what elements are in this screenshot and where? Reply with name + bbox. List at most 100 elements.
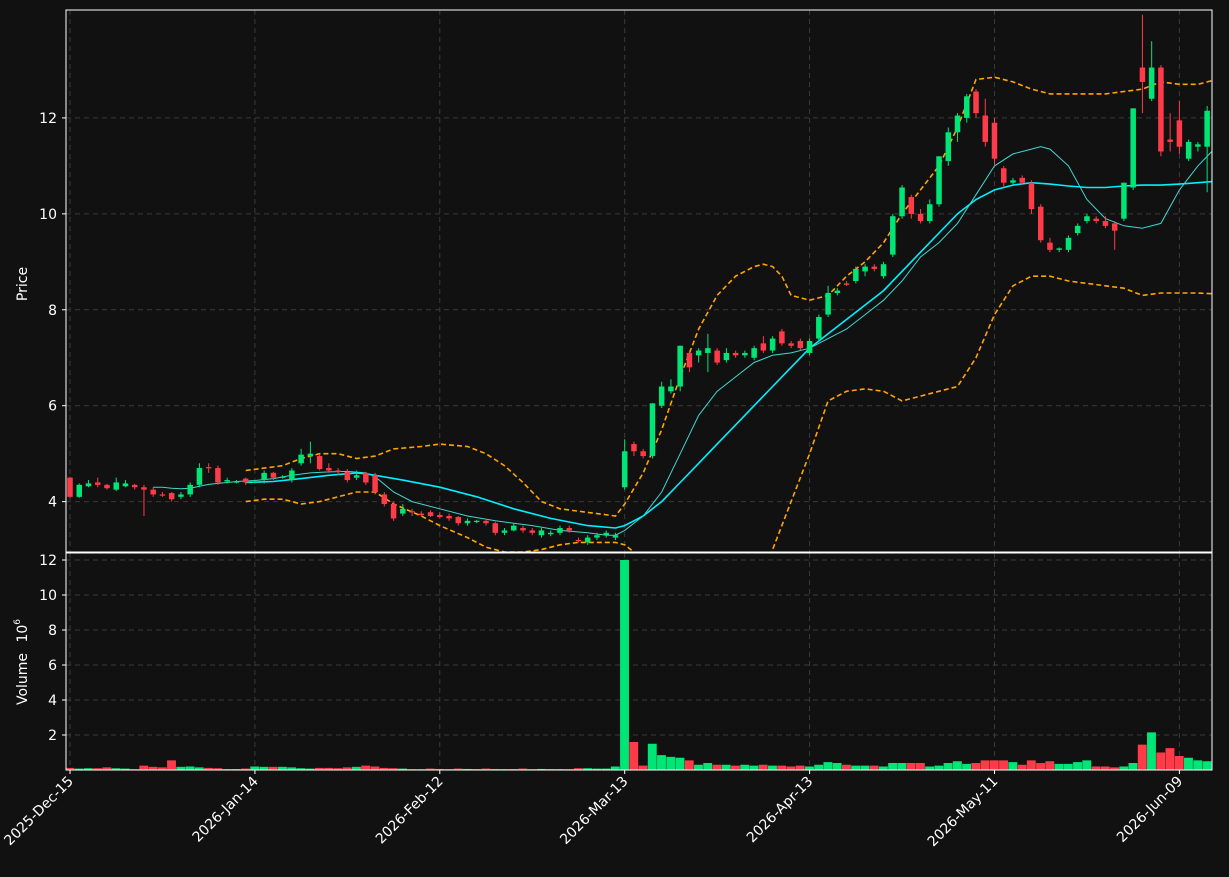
candle-body — [788, 343, 794, 346]
candle-body — [279, 476, 286, 478]
candle-body — [1056, 248, 1062, 250]
volume-bar — [620, 560, 629, 770]
volume-bar — [647, 743, 657, 770]
volume-bar — [851, 765, 861, 770]
price-ytick-label: 10 — [39, 207, 57, 223]
candle-body — [474, 520, 480, 523]
candle-body — [806, 340, 813, 353]
candle-body — [270, 472, 277, 478]
candle-body — [1010, 180, 1016, 183]
volume-bar — [915, 763, 925, 770]
volume-bar — [758, 764, 768, 770]
volume-bar — [767, 765, 777, 770]
volume-bar — [666, 756, 676, 770]
candle-body — [1111, 223, 1118, 231]
volume-bar — [860, 765, 870, 770]
volume-bar — [999, 760, 1008, 770]
candle-body — [816, 316, 822, 339]
volume-bar — [638, 765, 648, 770]
volume-bar — [897, 763, 907, 770]
volume-bar — [878, 766, 888, 770]
volume-bar — [1036, 763, 1045, 770]
candle-body — [695, 350, 702, 356]
price-ytick-label: 8 — [48, 303, 57, 319]
candle-body — [67, 477, 73, 497]
candle-body — [538, 530, 545, 536]
price-ytick-label: 6 — [48, 399, 57, 415]
candlestick-chart: 4 6 8 10 12 2 4 6 8 10 12 2025-Dec-15 2026-Jan-14 202… — [0, 0, 1229, 873]
volume-bar — [777, 765, 787, 770]
candle-body — [224, 480, 230, 482]
volume-bar — [943, 763, 953, 770]
candle-body — [584, 537, 591, 543]
price-axis-label: Price — [15, 267, 31, 301]
volume-ytick-label: 10 — [39, 588, 57, 604]
candle-body — [437, 515, 443, 517]
candle-body — [1037, 206, 1044, 241]
candle-body — [880, 264, 887, 277]
volume-bar — [361, 765, 371, 770]
candle-body — [714, 350, 720, 363]
candle-body — [853, 269, 859, 281]
volume-bar — [731, 765, 740, 770]
volume-bar — [804, 766, 814, 770]
candle-body — [381, 494, 388, 505]
candle-body — [658, 386, 665, 406]
candle-body — [973, 91, 979, 114]
candle-body — [640, 451, 646, 457]
candle-body — [917, 213, 924, 222]
volume-bar — [841, 764, 851, 770]
volume-ytick-label: 2 — [48, 728, 57, 744]
price-ytick-label: 12 — [39, 111, 57, 127]
volume-bar — [1193, 760, 1203, 770]
candle-body — [834, 290, 841, 293]
volume-axis-exponent: 6 — [13, 619, 23, 625]
candle-body — [400, 508, 406, 514]
chart-background — [0, 0, 1229, 873]
candle-body — [862, 266, 868, 272]
candle-body — [492, 523, 499, 533]
candle-body — [1204, 110, 1210, 147]
candle-body — [1019, 177, 1025, 183]
candle-body — [769, 338, 776, 351]
candle-body — [1148, 67, 1155, 99]
volume-bar — [1054, 763, 1064, 770]
volume-ytick-label: 4 — [48, 693, 57, 709]
candle-body — [131, 484, 138, 488]
volume-bar — [1073, 762, 1082, 770]
volume-bar — [629, 742, 639, 770]
volume-bar — [971, 763, 981, 770]
candle-body — [529, 530, 535, 533]
candle-body — [168, 493, 175, 500]
volume-bar — [657, 755, 666, 770]
volume-bar — [962, 763, 972, 770]
volume-bar — [795, 765, 805, 770]
candle-body — [1167, 139, 1173, 142]
candle-body — [1000, 168, 1007, 183]
candle-body — [1047, 242, 1053, 250]
volume-bar — [1017, 764, 1027, 770]
candle-body — [196, 468, 203, 485]
volume-bar — [814, 764, 824, 770]
candle-body — [344, 471, 351, 481]
candle-body — [483, 520, 489, 524]
candle-body — [316, 456, 323, 470]
volume-bar — [1174, 756, 1184, 770]
candle-body — [779, 331, 785, 344]
volume-bar — [749, 765, 759, 770]
candle-body — [464, 520, 471, 524]
volume-axis-label-base: 10 — [15, 625, 31, 643]
candle-body — [677, 345, 683, 387]
candle-body — [982, 115, 989, 142]
volume-bar — [721, 764, 731, 770]
volume-bar — [712, 764, 722, 770]
candle-body — [825, 292, 831, 315]
volume-ytick-label: 8 — [48, 623, 57, 639]
volume-bar — [832, 763, 842, 770]
candle-body — [363, 472, 369, 483]
candle-body — [1121, 182, 1127, 219]
candle-body — [233, 481, 240, 483]
candle-body — [122, 483, 129, 487]
candle-body — [1130, 108, 1136, 188]
volume-bar — [934, 765, 944, 770]
